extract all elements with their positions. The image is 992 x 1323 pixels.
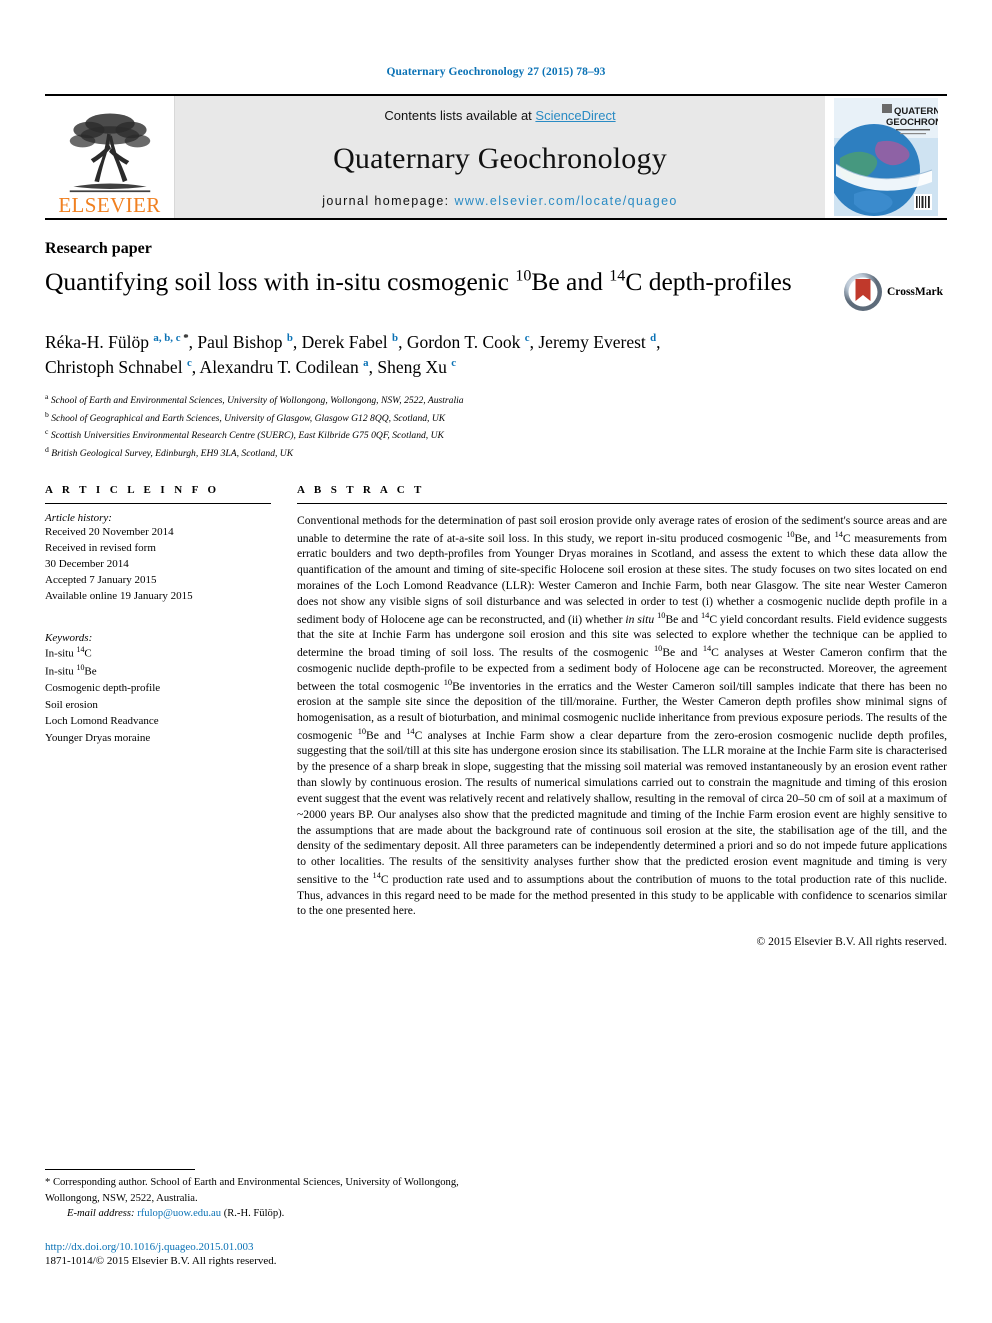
affiliation-text: Scottish Universities Environmental Rese… <box>50 430 444 442</box>
title-superscript-10: 10 <box>515 267 532 285</box>
author-list: Réka-H. Fülöp a, b, c *, Paul Bishop b, … <box>45 330 947 381</box>
article-history-label: Article history: <box>45 511 112 524</box>
email-line: E-mail address: rfulop@uow.edu.au (R.-H.… <box>67 1206 485 1222</box>
keyword-text: In-situ <box>45 665 77 678</box>
title-part-3: C depth-profiles <box>625 267 792 296</box>
elsevier-tree-icon <box>69 113 150 193</box>
crossmark-icon <box>844 273 882 311</box>
affiliation-item: a School of Earth and Environmental Scie… <box>45 391 947 409</box>
journal-cover-thumbnail: QUATERNARY GEOCHRONOLOGY <box>834 98 938 216</box>
masthead-center: Contents lists available at ScienceDirec… <box>175 96 825 218</box>
journal-title: Quaternary Geochronology <box>333 141 667 175</box>
affiliation-text: British Geological Survey, Edinburgh, EH… <box>51 448 294 460</box>
author-line-2: Christoph Schnabel c, Alexandru T. Codil… <box>45 357 457 378</box>
author-line-1: Réka-H. Fülöp a, b, c *, Paul Bishop b, … <box>45 332 661 352</box>
article-info-rule <box>45 502 271 504</box>
running-head: Quaternary Geochronology 27 (2015) 78–93 <box>386 66 606 78</box>
contents-prefix: Contents lists available at <box>384 108 536 123</box>
title-part-1: Quantifying soil loss with in-situ cosmo… <box>45 267 516 296</box>
crossmark-label: CrossMark <box>887 286 944 298</box>
journal-cover-cell: QUATERNARY GEOCHRONOLOGY <box>825 96 947 218</box>
keyword-text: In-situ <box>45 647 77 660</box>
article-type: Research paper <box>45 240 152 257</box>
corresponding-author-note: * Corresponding author. School of Earth … <box>45 1176 459 1204</box>
abstract-rule <box>297 502 947 504</box>
affiliation-marker: d <box>45 445 49 455</box>
article-info-column: A R T I C L E I N F O Article history: R… <box>45 484 297 948</box>
page-footer: * Corresponding author. School of Earth … <box>45 1168 485 1267</box>
email-link[interactable]: rfulop@uow.edu.au <box>137 1208 221 1219</box>
issn-copyright-line: 1871-1014/© 2015 Elsevier B.V. All right… <box>45 1255 277 1267</box>
page-title: Quantifying soil loss with in-situ cosmo… <box>45 266 843 298</box>
affiliation-marker: b <box>45 409 49 419</box>
crossmark-badge[interactable]: CrossMark <box>843 266 947 312</box>
keyword-item: In-situ 14C <box>45 644 271 662</box>
affiliation-text: School of Geographical and Earth Science… <box>51 412 446 424</box>
keyword-tail: C <box>84 647 92 660</box>
article-history-item: Received in revised form <box>45 541 156 554</box>
affiliation-list: a School of Earth and Environmental Scie… <box>45 391 947 462</box>
keyword-item: Soil erosion <box>45 698 98 711</box>
affiliation-marker: a <box>45 391 49 401</box>
keyword-item: In-situ 10Be <box>45 662 271 680</box>
article-history-item: 30 December 2014 <box>45 557 129 570</box>
keyword-item: Younger Dryas moraine <box>45 731 151 744</box>
footer-divider <box>45 1168 195 1170</box>
elsevier-wordmark: ELSEVIER <box>58 193 161 217</box>
doi-block: http://dx.doi.org/10.1016/j.quageo.2015.… <box>45 1241 485 1267</box>
paper-page: Quaternary Geochronology 27 (2015) 78–93 <box>0 0 992 1323</box>
keywords-label: Keywords: <box>45 632 93 645</box>
email-label: E-mail address: <box>67 1208 135 1220</box>
affiliation-text: School of Earth and Environmental Scienc… <box>50 394 464 406</box>
doi-link[interactable]: http://dx.doi.org/10.1016/j.quageo.2015.… <box>45 1241 485 1253</box>
keyword-item: Cosmogenic depth-profile <box>45 682 161 695</box>
title-superscript-14: 14 <box>609 267 626 285</box>
abstract-text: Conventional methods for the determinati… <box>297 513 948 918</box>
title-part-2: Be and <box>531 267 610 296</box>
sciencedirect-link[interactable]: ScienceDirect <box>535 108 615 123</box>
homepage-label: journal homepage: <box>322 194 455 208</box>
journal-homepage-link[interactable]: www.elsevier.com/locate/quageo <box>454 194 677 208</box>
abstract-column: A B S T R A C T Conventional methods for… <box>297 484 947 948</box>
article-history-item: Received 20 November 2014 <box>45 525 174 538</box>
keyword-item: Loch Lomond Readvance <box>45 715 159 728</box>
affiliation-item: b School of Geographical and Earth Scien… <box>45 409 947 427</box>
contents-available-line: Contents lists available at ScienceDirec… <box>384 108 615 123</box>
abstract-heading: A B S T R A C T <box>297 483 425 496</box>
journal-masthead: ELSEVIER Contents lists available at Sci… <box>45 94 947 220</box>
title-row: Quantifying soil loss with in-situ cosmo… <box>45 266 947 312</box>
copyright-line: © 2015 Elsevier B.V. All rights reserved… <box>756 935 947 949</box>
article-history-item: Available online 19 January 2015 <box>45 590 193 602</box>
svg-text:GEOCHRONOLOGY: GEOCHRONOLOGY <box>886 117 938 128</box>
affiliation-marker: c <box>45 427 49 437</box>
elsevier-logo-cell: ELSEVIER <box>45 96 175 218</box>
article-info-heading: A R T I C L E I N F O <box>45 483 220 496</box>
affiliation-item: c Scottish Universities Environmental Re… <box>45 426 947 444</box>
keywords-block: Keywords: In-situ 14C In-situ 10Be Cosmo… <box>45 632 271 746</box>
info-abstract-section: A R T I C L E I N F O Article history: R… <box>45 484 947 948</box>
svg-text:QUATERNARY: QUATERNARY <box>894 106 938 117</box>
keyword-tail: Be <box>84 665 97 678</box>
affiliation-item: d British Geological Survey, Edinburgh, … <box>45 444 947 462</box>
article-history-item: Accepted 7 January 2015 <box>45 573 157 586</box>
journal-homepage-line: journal homepage: www.elsevier.com/locat… <box>322 194 678 208</box>
email-person: (R.-H. Fülöp). <box>223 1208 285 1220</box>
